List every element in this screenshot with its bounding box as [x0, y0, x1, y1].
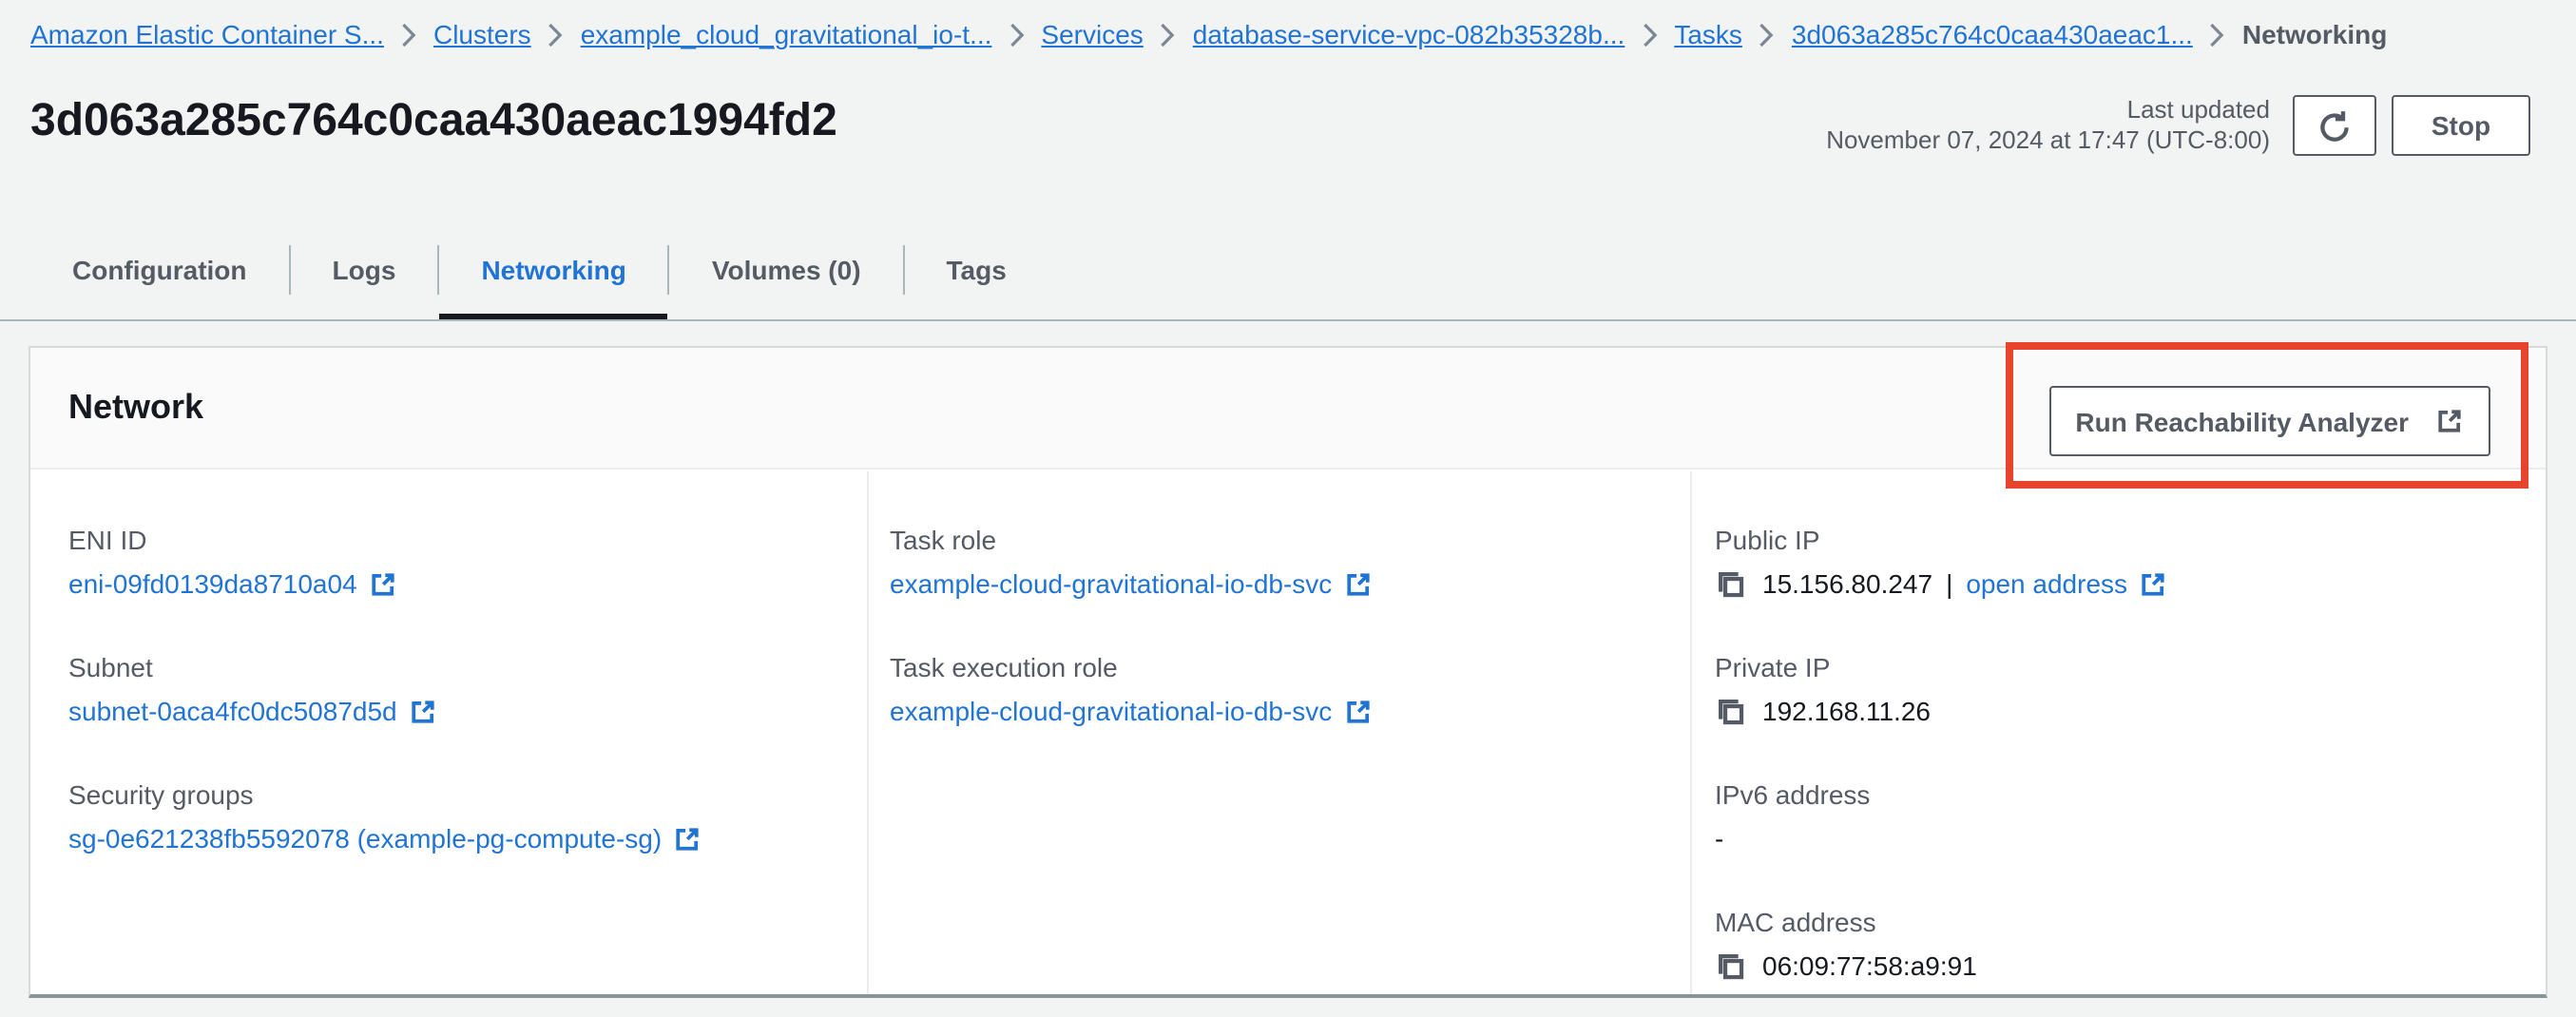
network-column-3: Public IP 15.156.80.247 | open address Pri… — [1690, 471, 2546, 994]
security-groups-link[interactable]: sg-0e621238fb5592078 (example-pg-compute… — [68, 817, 662, 859]
external-link-icon — [2435, 407, 2464, 435]
network-column-2: Task role example-cloud-gravitational-io-… — [867, 471, 1690, 994]
public-ip-field: Public IP 15.156.80.247 | open address — [1715, 521, 2546, 604]
task-role-field: Task role example-cloud-gravitational-io-… — [890, 521, 1690, 604]
ipv6-address-value-row: - — [1715, 817, 2546, 859]
task-role-link[interactable]: example-cloud-gravitational-io-db-svc — [890, 563, 1332, 604]
task-execution-role-label: Task execution role — [890, 648, 1690, 686]
tab-tags[interactable]: Tags — [905, 219, 1048, 321]
eni-id-link[interactable]: eni-09fd0139da8710a04 — [68, 563, 357, 604]
external-link-icon — [673, 824, 702, 853]
tab-configuration[interactable]: Configuration — [30, 219, 289, 321]
tab-networking[interactable]: Networking — [439, 219, 667, 321]
chevron-right-icon — [1642, 22, 1657, 47]
chevron-right-icon — [2210, 22, 2225, 47]
mac-address-value-row: 06:09:77:58:a9:91 — [1715, 945, 2546, 987]
subnet-link[interactable]: subnet-0aca4fc0dc5087d5d — [68, 690, 397, 732]
external-link-icon — [369, 569, 397, 598]
tab-bar-rule — [0, 319, 2576, 321]
subnet-value-row: subnet-0aca4fc0dc5087d5d — [68, 690, 867, 732]
network-column-1: ENI ID eni-09fd0139da8710a04 Subnet subnet… — [30, 471, 867, 994]
breadcrumb: Amazon Elastic Container S... Clusters e… — [30, 19, 2387, 49]
last-updated-value: November 07, 2024 at 17:47 (UTC-8:00) — [1826, 125, 2270, 156]
copy-icon[interactable] — [1715, 950, 1747, 982]
refresh-icon — [2317, 108, 2352, 143]
private-ip-value: 192.168.11.26 — [1762, 690, 1931, 732]
network-panel: Network Run Reachability Analyzer ENI ID… — [29, 346, 2547, 998]
ecs-task-networking-page: Amazon Elastic Container S... Clusters e… — [0, 0, 2576, 1017]
header-actions: Last updated November 07, 2024 at 17:47 … — [1826, 95, 2530, 156]
chevron-right-icon — [1161, 22, 1176, 47]
breadcrumb-item-4[interactable]: database-service-vpc-082b35328b... — [1193, 19, 1625, 49]
network-panel-content: ENI ID eni-09fd0139da8710a04 Subnet subnet… — [30, 471, 2546, 994]
eni-id-label: ENI ID — [68, 521, 867, 559]
eni-id-field: ENI ID eni-09fd0139da8710a04 — [68, 521, 867, 604]
stop-button[interactable]: Stop — [2392, 95, 2530, 156]
chevron-right-icon — [1009, 22, 1024, 47]
task-role-label: Task role — [890, 521, 1690, 559]
breadcrumb-item-2[interactable]: example_cloud_gravitational_io-t... — [581, 19, 992, 49]
eni-id-value-row: eni-09fd0139da8710a04 — [68, 563, 867, 604]
task-execution-role-value-row: example-cloud-gravitational-io-db-svc — [890, 690, 1690, 732]
chevron-right-icon — [1759, 22, 1775, 47]
last-updated-text: Last updated November 07, 2024 at 17:47 … — [1826, 95, 2270, 156]
run-reachability-analyzer-label: Run Reachability Analyzer — [2075, 406, 2409, 436]
breadcrumb-item-3[interactable]: Services — [1041, 19, 1143, 49]
copy-icon[interactable] — [1715, 567, 1747, 600]
public-ip-label: Public IP — [1715, 521, 2546, 559]
last-updated-label: Last updated — [1826, 95, 2270, 125]
tab-logs[interactable]: Logs — [291, 219, 438, 321]
breadcrumb-item-0[interactable]: Amazon Elastic Container S... — [30, 19, 384, 49]
ipv6-address-value: - — [1715, 817, 1723, 859]
security-groups-field: Security groupssg-0e621238fb5592078 (exa… — [68, 776, 867, 859]
subnet-field: Subnet subnet-0aca4fc0dc5087d5d — [68, 648, 867, 732]
private-ip-value-row: 192.168.11.26 — [1715, 690, 2546, 732]
private-ip-field: Private IP 192.168.11.26 — [1715, 648, 2546, 732]
refresh-button[interactable] — [2293, 95, 2376, 156]
chevron-right-icon — [401, 22, 416, 47]
page-title: 3d063a285c764c0caa430aeac1994fd2 — [30, 95, 837, 148]
security-groups-value-row: sg-0e621238fb5592078 (example-pg-compute… — [68, 817, 867, 859]
public-ip-open-address-link[interactable]: open address — [1966, 563, 2127, 604]
mac-address-label: MAC address — [1715, 903, 2546, 941]
task-execution-role-link[interactable]: example-cloud-gravitational-io-db-svc — [890, 690, 1332, 732]
subnet-label: Subnet — [68, 648, 867, 686]
external-link-icon — [1343, 697, 1372, 725]
security-groups-label: Security groups — [68, 776, 867, 814]
tab-bar: ConfigurationLogsNetworkingVolumes (0)Ta… — [30, 219, 1048, 321]
public-ip-value: 15.156.80.247 — [1762, 563, 1932, 604]
run-reachability-analyzer-button[interactable]: Run Reachability Analyzer — [2048, 386, 2490, 456]
ipv6-address-field: IPv6 address- — [1715, 776, 2546, 859]
tab-volumes-0[interactable]: Volumes (0) — [670, 219, 903, 321]
external-link-icon — [409, 697, 437, 725]
task-role-value-row: example-cloud-gravitational-io-db-svc — [890, 563, 1690, 604]
ipv6-address-label: IPv6 address — [1715, 776, 2546, 814]
network-panel-title: Network — [68, 388, 203, 428]
breadcrumb-item-6[interactable]: 3d063a285c764c0caa430aeac1... — [1792, 19, 2193, 49]
breadcrumb-item-5[interactable]: Tasks — [1674, 19, 1742, 49]
public-ip-value-row: 15.156.80.247 | open address — [1715, 563, 2546, 604]
private-ip-label: Private IP — [1715, 648, 2546, 686]
breadcrumb-item-1[interactable]: Clusters — [433, 19, 531, 49]
public-ip-separator: | — [1946, 563, 1952, 604]
task-execution-role-field: Task execution role example-cloud-gravita… — [890, 648, 1690, 732]
mac-address-value: 06:09:77:58:a9:91 — [1762, 945, 1977, 987]
external-link-icon — [2139, 569, 2167, 598]
mac-address-field: MAC address 06:09:77:58:a9:91 — [1715, 903, 2546, 987]
copy-icon[interactable] — [1715, 695, 1747, 727]
chevron-right-icon — [548, 22, 564, 47]
external-link-icon — [1343, 569, 1372, 598]
breadcrumb-item-current: Networking — [2242, 19, 2387, 49]
